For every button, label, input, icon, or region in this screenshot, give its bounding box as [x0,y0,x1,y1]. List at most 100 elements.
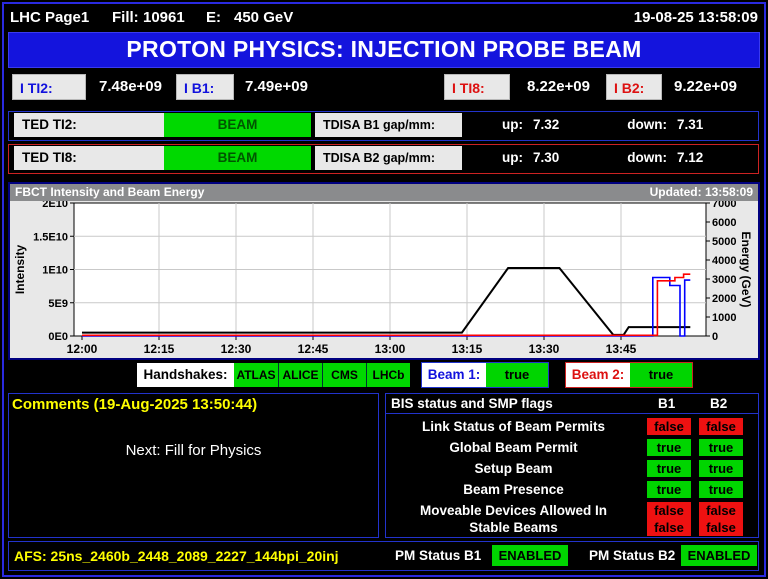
ted-ti8-row: TED TI8: BEAM TDISA B2 gap/mm: up: 7.30 … [8,144,759,174]
chart-title-strip: FBCT Intensity and Beam Energy Updated: … [10,184,758,201]
chart-title: FBCT Intensity and Beam Energy [15,184,204,201]
axis-tick-label: 12:15 [144,342,175,356]
pm-status-b1-label: PM Status B1 [395,542,481,570]
pm-status-b2-label: PM Status B2 [589,542,675,570]
energy-label: E: [206,7,221,29]
bis-col-b2: B2 [710,394,727,413]
tdisa-b2-down-value: 7.12 [677,146,703,170]
comments-body: Next: Fill for Physics [9,442,378,459]
tdisa-b1-down-value: 7.31 [677,113,703,137]
beam1-handshake-box: Beam 1: true [421,362,549,388]
pm-status-b2-value: ENABLED [681,545,757,566]
bis-col-b1: B1 [658,394,675,413]
y-right-axis-title: Energy (GeV) [739,231,753,307]
beam2-label: Beam 2: [566,363,630,387]
tdisa-b1-up-value: 7.32 [533,113,559,137]
beam2-handshake-box: Beam 2: true [565,362,693,388]
tdisa-b2-up-label: up: [489,146,523,170]
axis-tick-label: 5000 [712,236,736,248]
bis-row-global-permit: Global Beam Permit true true [386,438,758,458]
top-header: LHC Page1 Fill: 10961 E: 450 GeV 19-08-2… [10,7,758,29]
axis-tick-label: 13:30 [529,342,560,356]
bis-header: BIS status and SMP flags B1 B2 [386,394,758,414]
beam1-handshake-value: true [486,363,548,387]
bis-flag-b2: true [699,481,743,498]
ted-ti2-label: TED TI2: [14,113,164,137]
axis-tick-label: 1000 [712,312,736,324]
tdisa-b2-down-label: down: [615,146,667,170]
bis-flag-b2: true [699,460,743,477]
footer-bar: AFS: 25ns_2460b_2448_2089_2227_144bpi_20… [8,541,759,571]
page-title: PROTON PHYSICS: INJECTION PROBE BEAM [8,32,760,68]
bis-flag-b1: true [647,439,691,456]
bis-flag-b1: false [647,502,691,519]
axis-tick-label: 4000 [712,255,736,267]
bis-flag-b1: true [647,481,691,498]
tdisa-b1-gap-label: TDISA B1 gap/mm: [315,113,462,137]
bis-flag-b1: false [647,519,691,536]
ted-ti8-label: TED TI8: [14,146,164,170]
fill-number: 10961 [143,7,185,29]
axis-tick-label: 1.5E10 [33,231,68,243]
intensity-value-b1: 7.49e+09 [245,74,308,100]
intensity-value-ti2: 7.48e+09 [99,74,162,100]
axis-tick-label: 7000 [712,201,736,210]
axis-tick-label: 12:30 [221,342,252,356]
afs-text: AFS: 25ns_2460b_2448_2089_2227_144bpi_20… [14,542,339,570]
beam1-label: Beam 1: [422,363,486,387]
axis-tick-label: 12:00 [67,342,98,356]
app-title: LHC Page1 [10,7,89,29]
axis-tick-label: 0E0 [48,331,68,343]
bis-flag-b2: true [699,439,743,456]
tdisa-b1-down-label: down: [615,113,667,137]
fbct-intensity-energy-chart: 12:00 12:15 12:30 12:45 13:00 13:15 13:30 13:45… [10,201,754,357]
intensity-value-ti8: 8.22e+09 [527,74,590,100]
axis-tick-label: 3000 [712,274,736,286]
datetime: 19-08-25 13:58:09 [634,7,758,29]
bis-row-beam-presence: Beam Presence true true [386,480,758,500]
tdisa-b1-up-label: up: [489,113,523,137]
energy-value: 450 GeV [234,7,293,29]
beam2-handshake-value: true [630,363,692,387]
axis-tick-label: 13:15 [452,342,483,356]
axis-tick-label: 1E10 [42,265,68,277]
axis-tick-label: 6000 [712,217,736,229]
fbct-chart-panel: FBCT Intensity and Beam Energy Updated: … [8,182,760,360]
fill-label: Fill: [112,7,139,29]
ted-ti2-row: TED TI2: BEAM TDISA B1 gap/mm: up: 7.32 … [8,111,759,141]
lhc-page1-screen: { "header": { "app_title": "LHC Page1", … [0,0,768,579]
handshake-cms: CMS [322,363,366,387]
handshakes-row: Handshakes: ATLAS ALICE CMS LHCb Beam 1:… [0,362,768,389]
bis-row-setup-beam: Setup Beam true true [386,459,758,479]
bis-flag-b1: false [647,418,691,435]
axis-tick-label: 2E10 [42,201,68,210]
intensity-label-ti8: I TI8: [444,74,510,100]
axis-tick-label: 13:45 [606,342,637,356]
tdisa-b2-up-value: 7.30 [533,146,559,170]
intensity-value-b2: 9.22e+09 [674,74,737,100]
bis-flag-b2: false [699,519,743,536]
y-left-axis-title: Intensity [13,245,27,295]
tdisa-b2-gap-label: TDISA B2 gap/mm: [315,146,462,170]
bis-row-label: Setup Beam [386,459,641,479]
bis-row-label: Link Status of Beam Permits [386,417,641,437]
ted-ti8-state: BEAM [164,146,311,170]
comments-box: Comments (19-Aug-2025 13:50:44) Next: Fi… [8,393,379,538]
bis-flag-b1: true [647,460,691,477]
axis-tick-label: 0 [712,331,718,343]
bis-row-stable-beams: Stable Beams false false [386,518,758,538]
handshake-alice: ALICE [278,363,322,387]
axis-tick-label: 13:00 [375,342,406,356]
bis-flag-b2: false [699,502,743,519]
bis-row-link-status: Link Status of Beam Permits false false [386,417,758,437]
intensity-label-ti2: I TI2: [12,74,86,100]
ted-ti2-state: BEAM [164,113,311,137]
handshakes-label: Handshakes: [137,363,234,387]
bis-row-label: Stable Beams [386,518,641,538]
bis-row-label: Global Beam Permit [386,438,641,458]
chart-updated: Updated: 13:58:09 [650,184,753,201]
axis-tick-label: 12:45 [298,342,329,356]
bis-title: BIS status and SMP flags [391,394,553,413]
axis-tick-label: 2000 [712,293,736,305]
bis-flag-b2: false [699,418,743,435]
